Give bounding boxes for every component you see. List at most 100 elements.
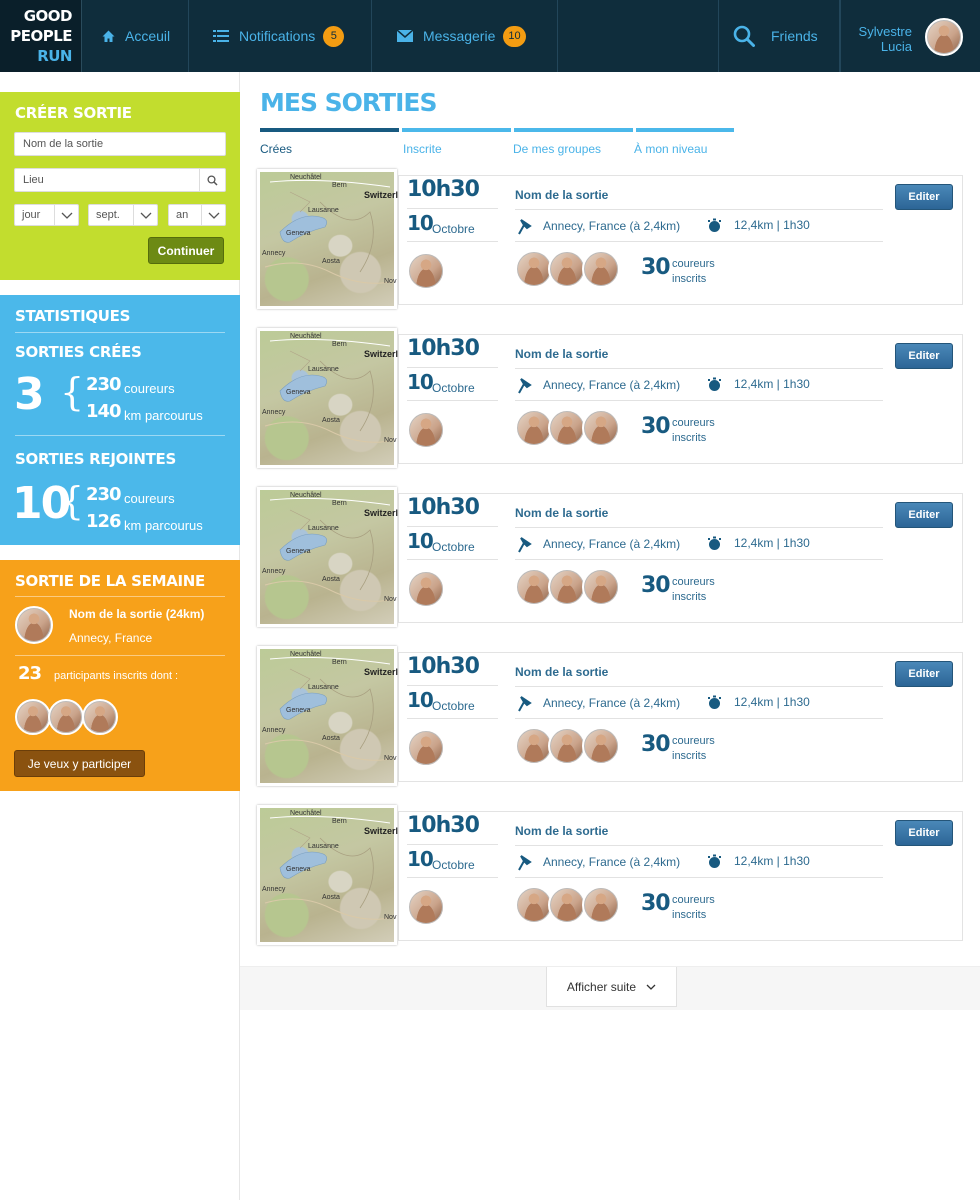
run-name[interactable]: Nom de la sortie xyxy=(515,347,608,361)
run-time: 10h30 xyxy=(407,654,480,679)
runners-count: 30 xyxy=(641,573,671,598)
map-label: Lausanne xyxy=(308,366,339,373)
nav-notifications[interactable]: Notifications 5 xyxy=(189,0,372,72)
runners-label-line1: coureurs xyxy=(672,894,715,906)
day-select-value: jour xyxy=(22,209,41,221)
joined-runners-count: 230 xyxy=(86,484,122,505)
runners-label-line1: coureurs xyxy=(672,258,715,270)
map-label: Annecy xyxy=(262,727,286,734)
map-label: Bern xyxy=(332,500,347,507)
brand-logo[interactable]: GOOD PEOPLE RUN xyxy=(0,0,82,72)
participant-avatar[interactable] xyxy=(548,250,586,288)
organizer-avatar[interactable] xyxy=(407,411,445,449)
run-name[interactable]: Nom de la sortie xyxy=(515,188,608,202)
participant-avatar[interactable] xyxy=(548,568,586,606)
runners-label: coureurs inscrits xyxy=(672,416,715,446)
top-navigation-bar: GOOD PEOPLE RUN Acceuil Notifications 5 … xyxy=(0,0,980,72)
nav-friends[interactable]: Friends xyxy=(718,0,840,72)
create-run-panel: CRÉER SORTIE Nom de la sortie Lieu jour … xyxy=(0,92,240,280)
nav-messages-label: Messagerie xyxy=(423,28,496,44)
brace-icon: { xyxy=(60,479,85,523)
statistics-title: STATISTIQUES xyxy=(15,307,131,325)
stopwatch-icon xyxy=(708,854,721,868)
organizer-avatar[interactable] xyxy=(407,729,445,767)
edit-button[interactable]: Editer xyxy=(895,502,953,528)
participant-avatar[interactable] xyxy=(15,699,51,735)
run-map-thumbnail[interactable]: Neuchâtel Bern Switzerl Lausanne Geneva … xyxy=(257,487,398,627)
run-day: 10 xyxy=(407,688,434,712)
continue-button[interactable]: Continuer xyxy=(148,237,224,264)
run-name[interactable]: Nom de la sortie xyxy=(515,665,608,679)
notifications-count-badge: 5 xyxy=(323,25,345,47)
page-title: MES SORTIES xyxy=(260,88,437,117)
run-name-field[interactable]: Nom de la sortie xyxy=(14,132,226,156)
participant-avatar[interactable] xyxy=(48,699,84,735)
show-more-button[interactable]: Afficher suite xyxy=(546,967,677,1007)
map-label: Nov xyxy=(384,755,397,762)
map-label: Neuchâtel xyxy=(290,810,322,817)
runners-label-line1: coureurs xyxy=(672,417,715,429)
chevron-down-icon xyxy=(133,205,157,225)
nav-messages[interactable]: Messagerie 10 xyxy=(372,0,558,72)
organizer-avatar[interactable] xyxy=(407,252,445,290)
join-run-button[interactable]: Je veux y participer xyxy=(14,750,145,777)
day-select[interactable]: jour xyxy=(14,204,79,226)
run-location: Annecy, France (à 2,4km) xyxy=(543,219,681,233)
tab-created[interactable]: Crées xyxy=(260,142,292,156)
joined-km-label: km parcourus xyxy=(124,518,203,533)
week-run-name[interactable]: Nom de la sortie (24km) xyxy=(69,607,204,621)
location-search-button[interactable] xyxy=(199,169,225,191)
participant-avatar[interactable] xyxy=(82,699,118,735)
participant-avatar[interactable] xyxy=(582,409,620,447)
map-label: Aosta xyxy=(322,576,340,583)
map-label: Geneva xyxy=(286,548,311,555)
runners-label: coureurs inscrits xyxy=(672,734,715,764)
run-name[interactable]: Nom de la sortie xyxy=(515,506,608,520)
tab-registered[interactable]: Inscrite xyxy=(403,142,442,156)
participant-avatar[interactable] xyxy=(548,409,586,447)
user-menu[interactable]: Sylvestre Lucia xyxy=(840,0,980,72)
run-map-thumbnail[interactable]: Neuchâtel Bern Switzerl Lausanne Geneva … xyxy=(257,328,398,468)
pin-icon xyxy=(518,696,532,712)
participant-avatar[interactable] xyxy=(548,727,586,765)
run-map-thumbnail[interactable]: Neuchâtel Bern Switzerl Lausanne Geneva … xyxy=(257,805,398,945)
participant-avatar[interactable] xyxy=(582,727,620,765)
runners-label-line2: inscrits xyxy=(672,909,707,921)
edit-button[interactable]: Editer xyxy=(895,184,953,210)
user-name: Sylvestre Lucia xyxy=(859,24,912,54)
map-label: Aosta xyxy=(322,894,340,901)
joined-km-count: 126 xyxy=(86,511,122,532)
tab-groups[interactable]: De mes groupes xyxy=(513,142,601,156)
user-avatar[interactable] xyxy=(925,18,963,56)
runners-label-line1: coureurs xyxy=(672,576,715,588)
organizer-avatar[interactable] xyxy=(15,606,53,644)
run-distance: 12,4km | 1h30 xyxy=(734,854,810,868)
organizer-avatar[interactable] xyxy=(407,888,445,926)
run-distance: 12,4km | 1h30 xyxy=(734,377,810,391)
nav-home[interactable]: Acceuil xyxy=(82,0,189,72)
run-month: Octobre xyxy=(432,381,475,395)
run-map-thumbnail[interactable]: Neuchâtel Bern Switzerl Lausanne Geneva … xyxy=(257,169,398,309)
run-map-thumbnail[interactable]: Neuchâtel Bern Switzerl Lausanne Geneva … xyxy=(257,646,398,786)
tab-level[interactable]: À mon niveau xyxy=(634,142,707,156)
run-time: 10h30 xyxy=(407,336,480,361)
pin-icon xyxy=(518,378,532,394)
edit-button[interactable]: Editer xyxy=(895,343,953,369)
location-field[interactable]: Lieu xyxy=(14,168,226,192)
edit-button[interactable]: Editer xyxy=(895,661,953,687)
week-run-title: SORTIE DE LA SEMAINE xyxy=(15,572,205,590)
participant-avatar[interactable] xyxy=(582,250,620,288)
divider xyxy=(407,844,498,845)
run-name[interactable]: Nom de la sortie xyxy=(515,824,608,838)
runners-label: coureurs inscrits xyxy=(672,575,715,605)
map-label: Lausanne xyxy=(308,843,339,850)
year-select[interactable]: an xyxy=(168,204,226,226)
participant-avatar[interactable] xyxy=(548,886,586,924)
edit-button[interactable]: Editer xyxy=(895,820,953,846)
organizer-avatar[interactable] xyxy=(407,570,445,608)
divider xyxy=(515,559,883,560)
month-select[interactable]: sept. xyxy=(88,204,158,226)
participant-avatar[interactable] xyxy=(582,568,620,606)
run-of-the-week-panel: SORTIE DE LA SEMAINE Nom de la sortie (2… xyxy=(0,560,240,791)
participant-avatar[interactable] xyxy=(582,886,620,924)
